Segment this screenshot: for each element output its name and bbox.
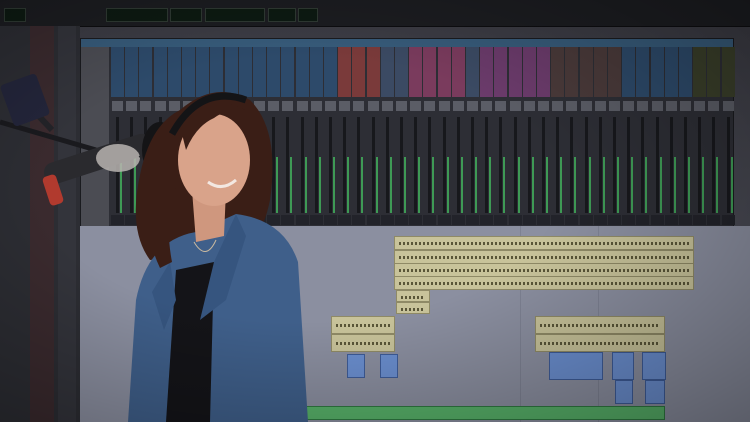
studio-photo: [0, 0, 750, 422]
singer: [128, 92, 308, 422]
